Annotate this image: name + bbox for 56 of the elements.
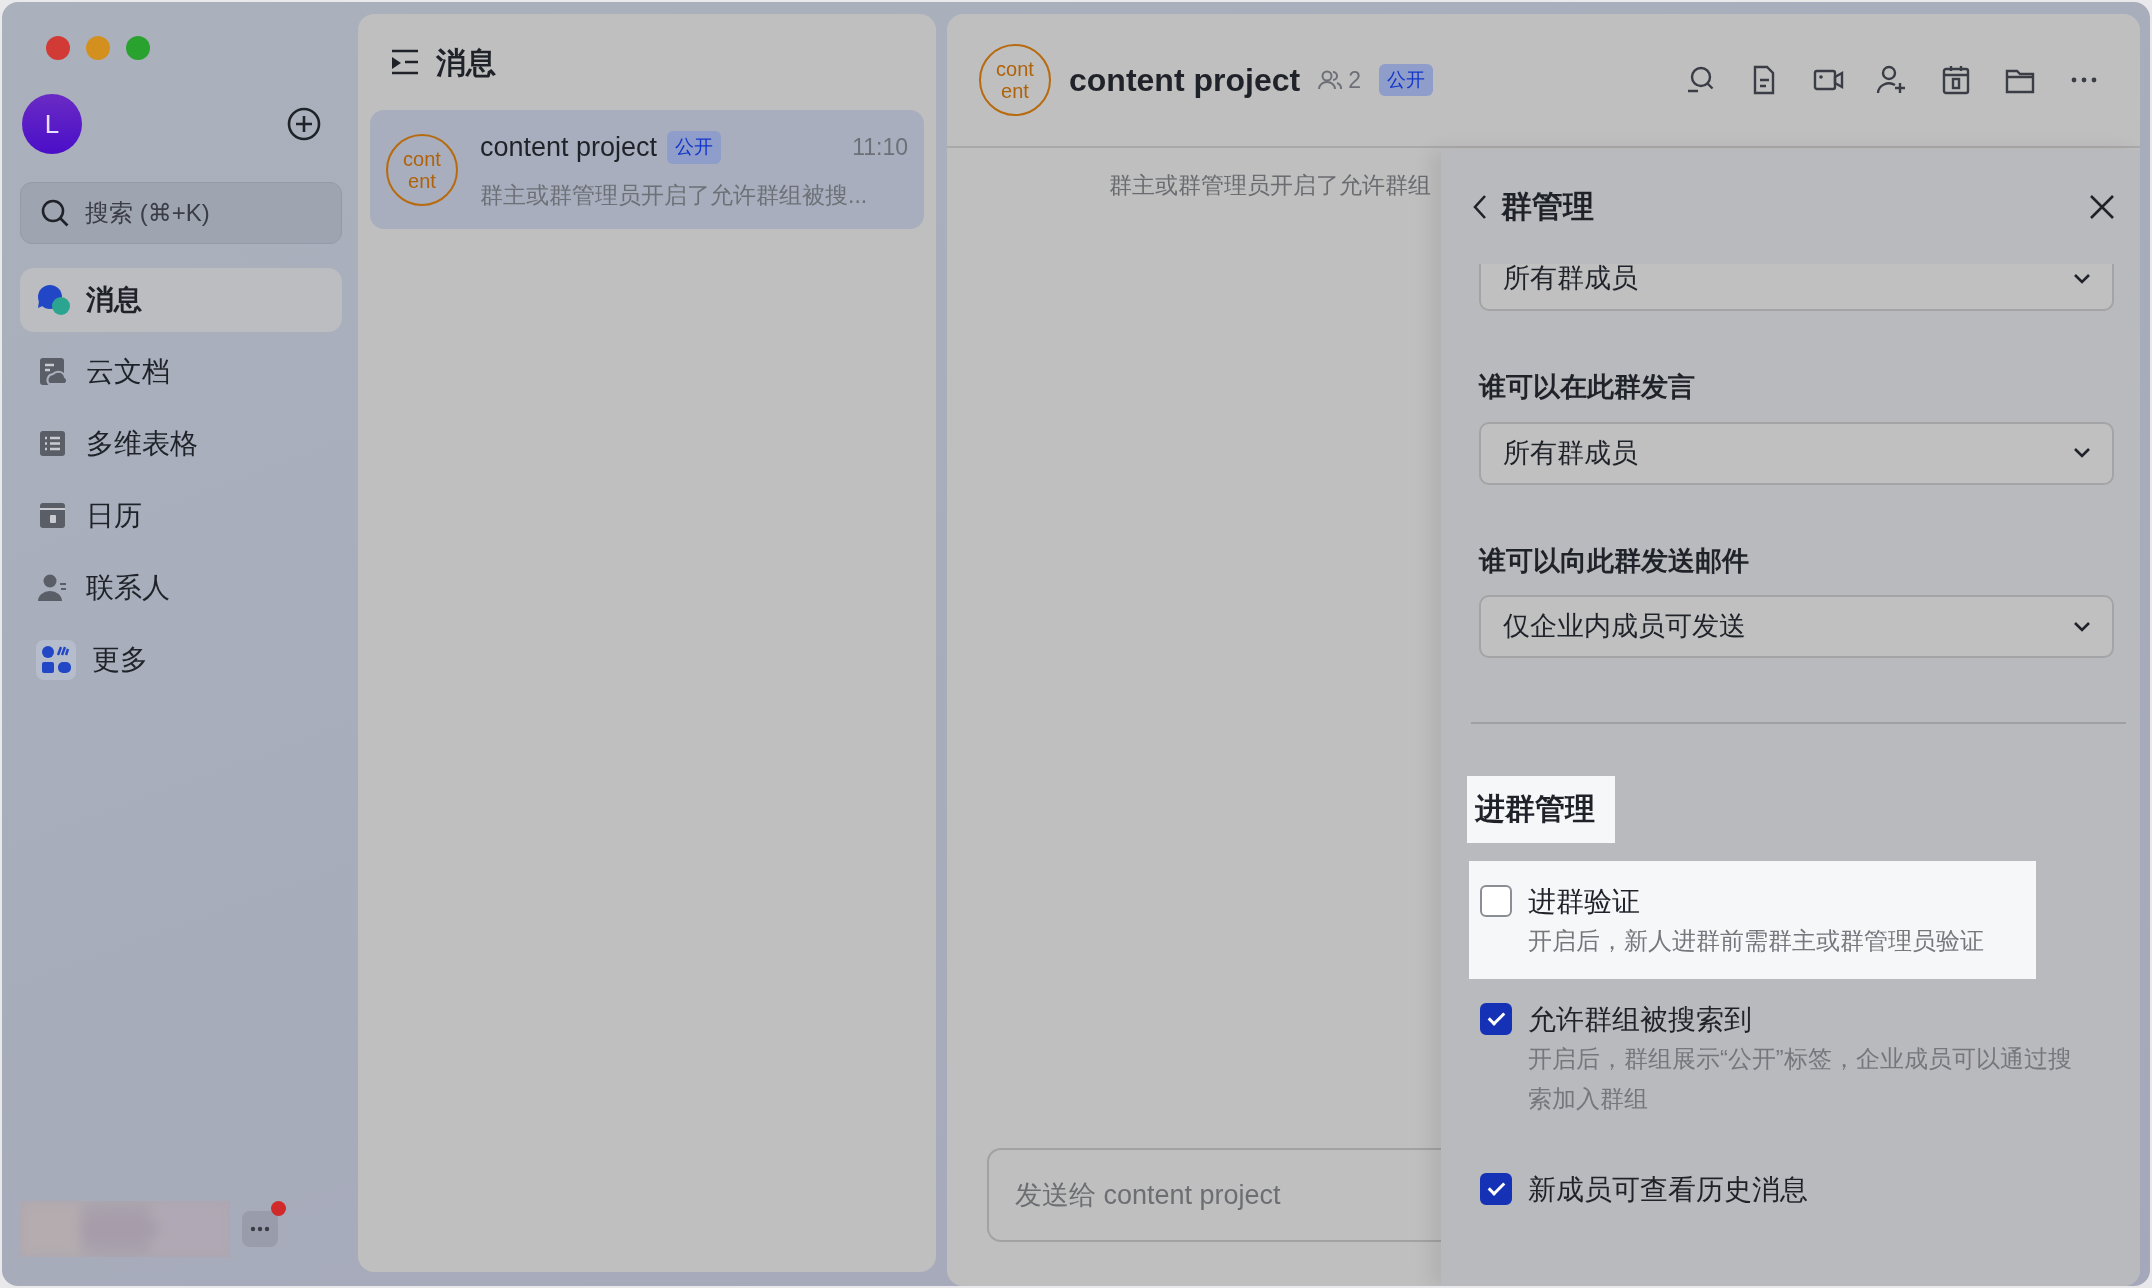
sidebar-item[interactable]: 更多 <box>20 628 342 692</box>
public-tag: 公开 <box>667 131 722 164</box>
dropdown[interactable]: 所有群成员 <box>1479 421 2114 485</box>
group-avatar: cont ent <box>386 133 458 206</box>
option-label: 新成员可查看历史消息 <box>1528 1173 1808 1207</box>
more-icon <box>250 1226 270 1232</box>
option-row[interactable]: 允许群组被搜索到 开启后，群组展示“公开”标签，企业成员可以通过搜索加入群组 <box>1469 979 2114 1137</box>
system-message: 群主或群管理员开启了允许群组 <box>1109 172 1431 198</box>
list-title: 消息 <box>436 44 496 81</box>
option-label: 允许群组被搜索到 <box>1528 1003 1753 1037</box>
dropdown[interactable]: 所有群成员 <box>1479 264 2114 311</box>
group-avatar: cont ent <box>979 44 1051 116</box>
calendar-icon <box>1940 64 1972 96</box>
dropdown[interactable]: 仅企业内成员可发送 <box>1479 595 2114 658</box>
chevron-down-icon <box>2072 620 2092 633</box>
close-button[interactable] <box>2088 193 2116 221</box>
checkbox[interactable] <box>1480 885 1512 917</box>
search-field[interactable]: 搜索 (⌘+K) <box>20 182 342 244</box>
chat-item[interactable]: cont ent content project 公开 11:10 群主或群管理员开启了允许群组被搜... <box>370 110 924 229</box>
option-row[interactable]: 新成员可查看历史消息 <box>1469 1149 2114 1227</box>
sidebar-item[interactable]: 多维表格 <box>20 412 342 476</box>
checkbox[interactable] <box>1480 1173 1512 1205</box>
add-button[interactable] <box>286 106 322 142</box>
sidebar-item[interactable]: 日历 <box>20 484 342 548</box>
message-input[interactable]: 发送给 content project <box>987 1148 1441 1242</box>
option-description: 开启后，群组展示“公开”标签，企业成员可以通过搜索加入群组 <box>1528 1045 2073 1114</box>
close-icon <box>2088 193 2116 221</box>
chat-name: content project <box>480 131 658 164</box>
more-button[interactable] <box>242 1211 278 1247</box>
option-label: 进群验证 <box>1528 885 1641 919</box>
more-icon <box>2070 77 2098 83</box>
add-icon <box>286 106 322 142</box>
add-person-icon <box>1876 64 1908 96</box>
setting-label: 谁可以在此群发言 <box>1479 371 1696 404</box>
chat-title: content project <box>1069 61 1301 100</box>
list-toggle-icon[interactable] <box>390 49 420 75</box>
option-description: 开启后，新人进群前需群主或群管理员验证 <box>1528 927 1984 956</box>
chat-bubbles-icon <box>36 283 70 317</box>
sidebar-item[interactable]: 云文档 <box>20 340 342 404</box>
chevron-down-icon <box>2072 272 2092 285</box>
member-count: 2 <box>1348 65 1361 95</box>
members-icon <box>1318 69 1343 91</box>
sidebar-item[interactable]: 消息 <box>20 268 342 332</box>
option-row[interactable]: 进群验证 开启后，新人进群前需群主或群管理员验证 <box>1469 861 2036 979</box>
checkbox[interactable] <box>1480 1003 1512 1035</box>
chat-preview: 群主或群管理员开启了允许群组被搜... <box>480 180 869 210</box>
public-tag: 公开 <box>1378 63 1433 97</box>
chevron-down-icon <box>2072 447 2092 459</box>
sidebar-item[interactable]: 联系人 <box>20 556 342 620</box>
search-icon <box>40 198 70 228</box>
app-grid-icon <box>36 640 76 680</box>
chat-time: 11:10 <box>852 133 908 162</box>
panel-title: 群管理 <box>1501 187 1594 226</box>
user-avatar[interactable]: L <box>22 94 82 154</box>
section-heading: 进群管理 <box>1467 776 1615 843</box>
setting-label: 谁可以向此群发送邮件 <box>1479 544 1750 578</box>
